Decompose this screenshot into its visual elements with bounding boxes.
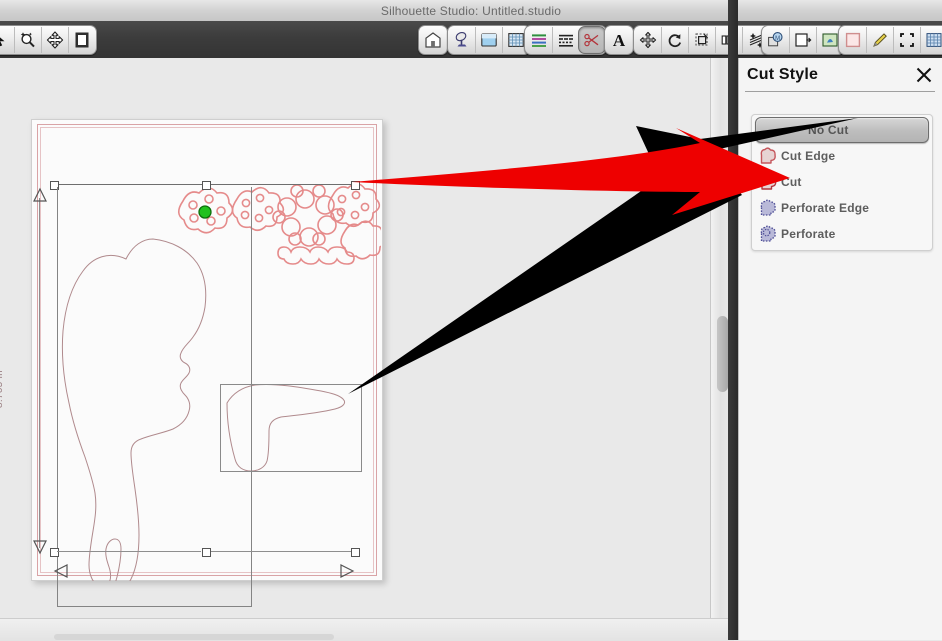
vertical-scrollbar-thumb[interactable]	[717, 316, 728, 392]
cut-style-button[interactable]	[578, 26, 606, 54]
line-style-button[interactable]	[552, 27, 579, 53]
panel-divider	[728, 0, 738, 640]
cut-edge-icon	[755, 145, 781, 167]
perforate-edge-icon	[755, 197, 781, 219]
text-tool-button[interactable]: A	[606, 27, 632, 53]
dimension-line-bottom-right	[211, 551, 351, 552]
style-tool-group	[838, 25, 942, 55]
bead-chain-shape	[277, 246, 355, 265]
line-color-button[interactable]	[526, 27, 552, 53]
cut-style-option-label: Cut Edge	[781, 149, 836, 163]
horizontal-scrollbar-thumb[interactable]	[54, 634, 334, 640]
cut-style-option-label: Perforate	[781, 227, 836, 241]
selection-handle-bottom-center[interactable]	[202, 548, 211, 557]
text-tool-group: A	[604, 25, 634, 55]
select-tool-button[interactable]	[0, 27, 14, 53]
dimension-arrow-up	[33, 187, 47, 202]
crop-button[interactable]	[893, 27, 920, 53]
cut-style-option-perforate[interactable]: Perforate	[755, 221, 929, 247]
fill-color-button[interactable]	[840, 27, 866, 53]
window-title: Silhouette Studio: Untitled.studio	[380, 3, 562, 18]
dimension-line-bottom-left	[57, 551, 201, 552]
fit-page-button[interactable]	[68, 27, 95, 53]
svg-text:A: A	[613, 31, 626, 50]
page-setup-button[interactable]	[475, 27, 502, 53]
flower-cluster-4	[340, 220, 381, 260]
transform-tool-group	[633, 25, 771, 55]
store-button[interactable]	[420, 27, 446, 53]
store-tool-group	[418, 25, 448, 55]
cut-style-option-perforate-edge[interactable]: Perforate Edge	[755, 195, 929, 221]
pattern-fill-button[interactable]	[920, 27, 942, 53]
offset-button[interactable]	[789, 27, 816, 53]
title-bar: Silhouette Studio: Untitled.studio	[0, 0, 942, 22]
cut-style-option-label: No Cut	[808, 123, 849, 137]
line-tool-group	[524, 25, 607, 55]
horizontal-scrollbar[interactable]	[0, 618, 734, 641]
pencil-button[interactable]	[866, 27, 893, 53]
modify-button[interactable]: M	[763, 27, 789, 53]
no-cut-icon	[756, 119, 782, 141]
cut-icon	[755, 171, 781, 193]
scale-button[interactable]	[688, 27, 715, 53]
canvas-workspace[interactable]: 8.765 in 7.105 in	[0, 58, 710, 618]
move-button[interactable]	[635, 27, 661, 53]
cut-style-option-label: Cut	[781, 175, 802, 189]
selection-handle-top-right[interactable]	[351, 181, 360, 190]
panel-divider-rule	[745, 91, 935, 92]
panel-header: Cut Style	[739, 58, 942, 92]
sub-selection-box	[220, 384, 362, 472]
dimension-line-vertical	[39, 198, 40, 548]
close-icon[interactable]	[915, 66, 933, 84]
object-tool-group: M	[761, 25, 845, 55]
flower-cluster-3	[327, 182, 381, 228]
cut-style-option-label: Perforate Edge	[781, 201, 870, 215]
dimension-arrow-left	[53, 564, 68, 578]
vertical-dimension-label: 8.765 in	[0, 370, 5, 408]
cut-style-option-cut-edge[interactable]: Cut Edge	[755, 143, 929, 169]
zoom-tool-button[interactable]	[14, 27, 41, 53]
perforate-icon	[755, 223, 781, 245]
view-tool-group	[0, 25, 97, 55]
design-tool-group	[447, 25, 531, 55]
pan-tool-button[interactable]	[41, 27, 68, 53]
cut-style-list: No Cut Cut Edge Cut Perforate Edge Perfo…	[751, 114, 933, 251]
selection-handle-bottom-right[interactable]	[351, 548, 360, 557]
main-toolbar: A M	[0, 21, 942, 59]
rotate-button[interactable]	[661, 27, 688, 53]
dimension-arrow-right	[340, 564, 355, 578]
selection-handle-bottom-left[interactable]	[50, 548, 59, 557]
design-page-button[interactable]	[449, 27, 475, 53]
panel-title: Cut Style	[747, 66, 819, 83]
cut-style-option-cut[interactable]: Cut	[755, 169, 929, 195]
cut-style-panel: Cut Style No Cut Cut Edge Cut Perforate …	[738, 58, 942, 640]
cut-style-option-no-cut[interactable]: No Cut	[755, 117, 929, 143]
flower-ring	[272, 184, 344, 247]
dimension-arrow-down	[33, 540, 47, 555]
svg-text:M: M	[775, 36, 780, 42]
